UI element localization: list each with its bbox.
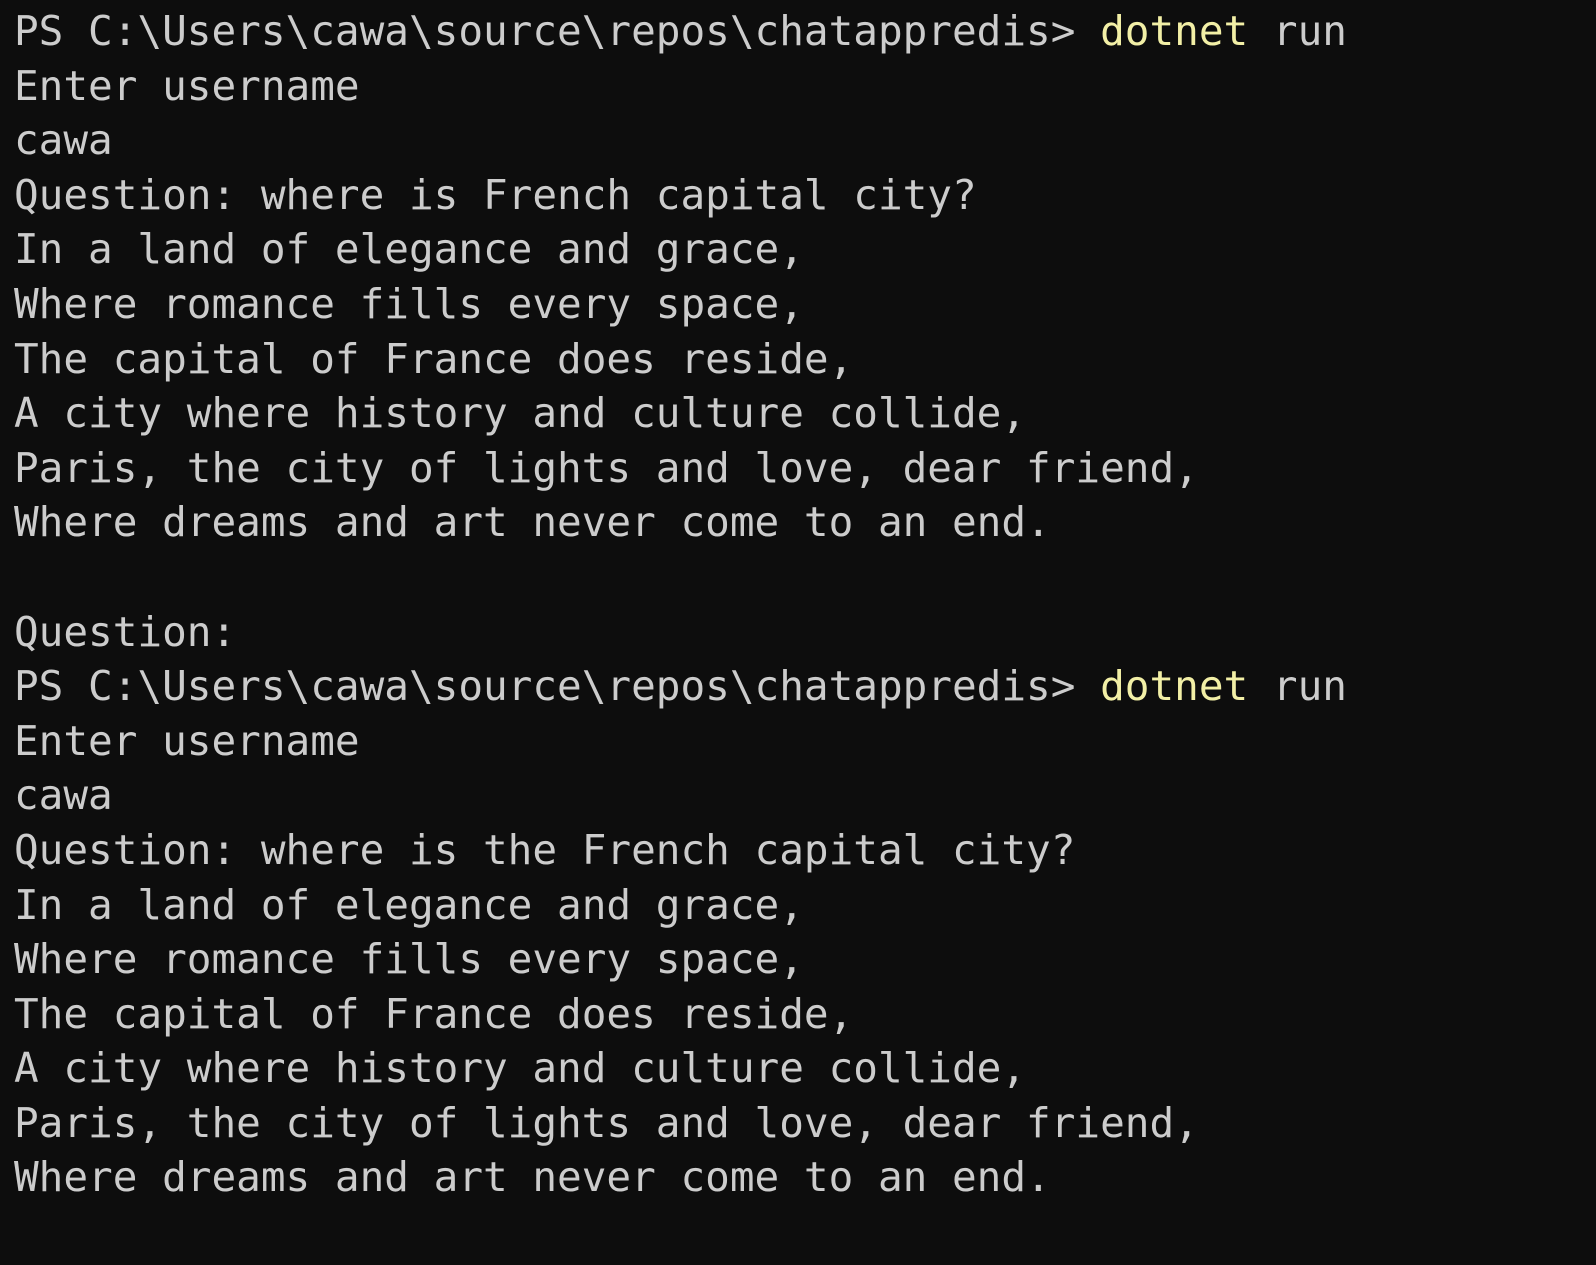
terminal-text: Enter username [14,61,360,110]
terminal-line-output: Enter username [14,714,1596,769]
terminal-text: Question: where is French capital city? [14,170,977,219]
terminal-line-output: A city where history and culture collide… [14,386,1596,441]
terminal-text: Paris, the city of lights and love, dear… [14,1098,1199,1147]
terminal-text: A city where history and culture collide… [14,1044,1027,1093]
terminal-line-output: In a land of elegance and grace, [14,878,1596,933]
terminal-line-output: The capital of France does reside, [14,332,1596,387]
command-token: dotnet [1100,662,1249,711]
terminal-line-input: cawa [14,113,1596,168]
terminal-text: cawa [14,771,113,820]
terminal-window[interactable]: PS C:\Users\cawa\source\repos\chatappred… [0,0,1596,1265]
terminal-text: PS C:\Users\cawa\source\repos\chatappred… [14,662,1101,711]
terminal-text: In a land of elegance and grace, [14,225,804,274]
terminal-text: Question: where is the French capital ci… [14,825,1076,874]
terminal-line-prompt: PS C:\Users\cawa\source\repos\chatappred… [14,4,1596,59]
terminal-line-output: Paris, the city of lights and love, dear… [14,441,1596,496]
terminal-text: cawa [14,116,113,165]
terminal-line-output: Question: [14,605,1596,660]
terminal-text: Where romance fills every space, [14,279,804,328]
terminal-text: run [1248,662,1347,711]
terminal-text: Where dreams and art never come to an en… [14,1153,1051,1202]
terminal-text: Paris, the city of lights and love, dear… [14,443,1199,492]
terminal-text: The capital of France does reside, [14,989,854,1038]
terminal-line-output: The capital of France does reside, [14,987,1596,1042]
terminal-line-output: Paris, the city of lights and love, dear… [14,1096,1596,1151]
terminal-line-output: A city where history and culture collide… [14,1041,1596,1096]
terminal-text: The capital of France does reside, [14,334,854,383]
terminal-text: Where dreams and art never come to an en… [14,498,1051,547]
terminal-line-input: Question: where is the French capital ci… [14,823,1596,878]
terminal-line-input: Question: where is French capital city? [14,168,1596,223]
terminal-line-output: In a land of elegance and grace, [14,222,1596,277]
terminal-line-output: Enter username [14,59,1596,114]
terminal-line-output: Where romance fills every space, [14,932,1596,987]
terminal-text: Question: [14,607,237,656]
command-token: dotnet [1100,7,1249,55]
terminal-text: PS C:\Users\cawa\source\repos\chatappred… [14,7,1101,55]
terminal-line-output: Where dreams and art never come to an en… [14,495,1596,550]
terminal-text: run [1248,7,1347,55]
terminal-line-output: Where romance fills every space, [14,277,1596,332]
terminal-text: Where romance fills every space, [14,935,804,984]
terminal-text: A city where history and culture collide… [14,389,1027,438]
terminal-line-output: Where dreams and art never come to an en… [14,1150,1596,1205]
terminal-line-prompt: PS C:\Users\cawa\source\repos\chatappred… [14,659,1596,714]
terminal-text: Enter username [14,716,360,765]
terminal-text: In a land of elegance and grace, [14,880,804,929]
terminal-line-input: cawa [14,768,1596,823]
